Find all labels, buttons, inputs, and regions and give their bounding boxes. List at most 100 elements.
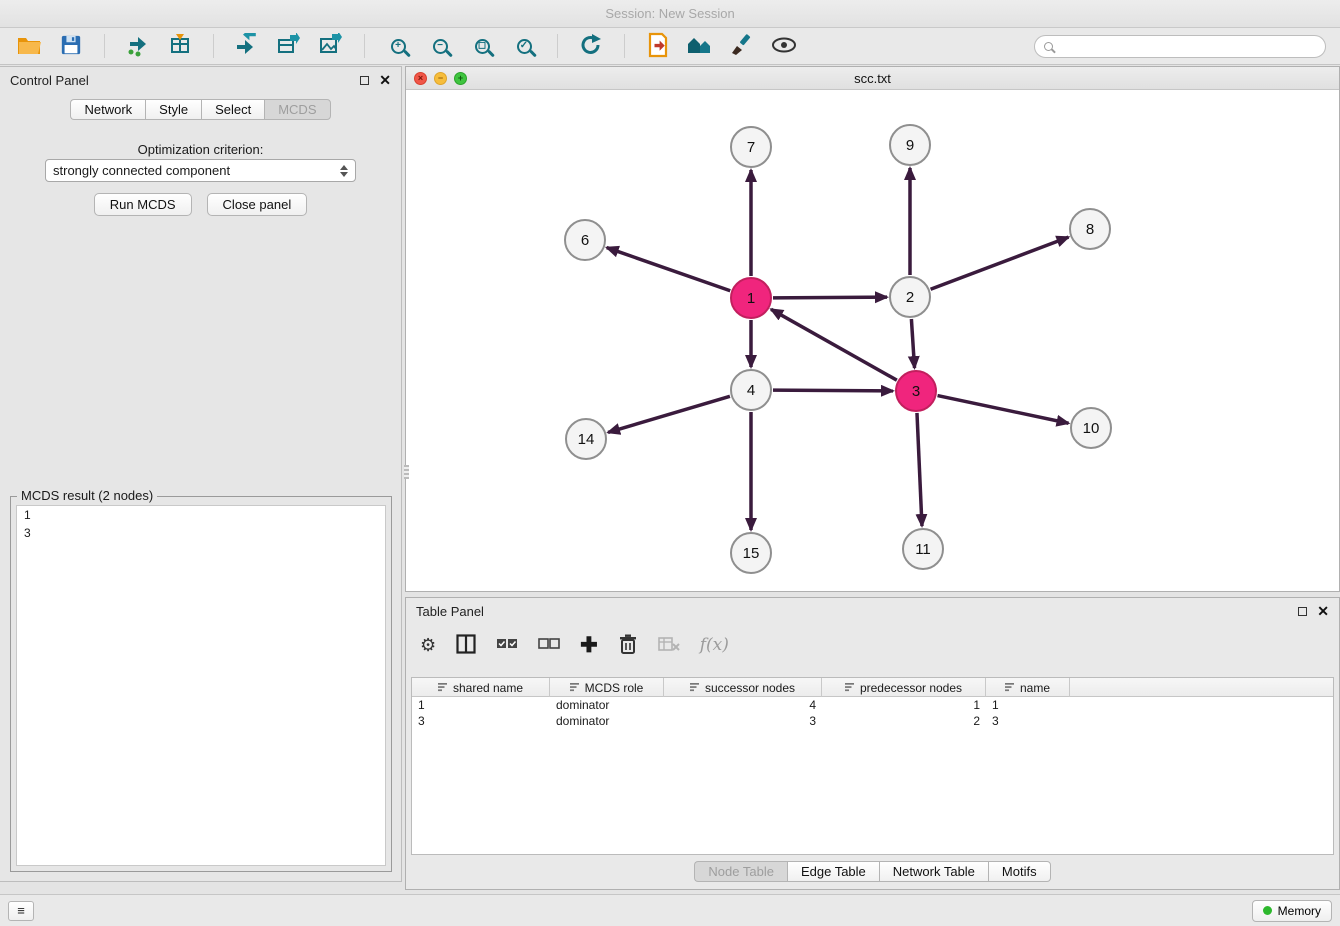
table-row[interactable]: 3dominator323 — [412, 713, 1333, 729]
network-canvas[interactable]: 7 9 6 8 1 2 4 3 14 10 15 11 — [406, 90, 1339, 591]
column-header-name[interactable]: name — [986, 678, 1070, 697]
tab-node-table[interactable]: Node Table — [694, 861, 787, 882]
graph-edge-1-6[interactable] — [607, 248, 731, 291]
zoom-selected-button[interactable]: ✓ — [507, 31, 541, 61]
zoom-out-button[interactable]: − — [423, 31, 457, 61]
import-network-button[interactable] — [121, 31, 155, 61]
eye-toggle-button[interactable] — [767, 31, 801, 61]
table-row[interactable]: 1dominator411 — [412, 697, 1333, 713]
paint-style-button[interactable] — [725, 31, 759, 61]
close-table-panel-icon[interactable]: ✕ — [1317, 604, 1329, 618]
graph-node-2[interactable]: 2 — [890, 277, 930, 317]
task-history-button[interactable]: ≡ — [8, 901, 34, 921]
network-window-titlebar[interactable]: scc.txt × − + — [406, 67, 1339, 90]
float-panel-icon[interactable] — [360, 76, 369, 85]
maximize-window-icon[interactable]: + — [454, 72, 467, 85]
result-item[interactable]: 3 — [17, 524, 385, 542]
node-table[interactable]: shared name MCDS rolesuccessor nodesprede… — [411, 677, 1334, 855]
column-header-mcds-role[interactable]: MCDS role — [550, 678, 664, 697]
run-mcds-button[interactable]: Run MCDS — [94, 193, 192, 216]
window-titlebar[interactable]: Session: New Session — [0, 0, 1340, 28]
close-window-icon[interactable]: × — [414, 72, 427, 85]
table-cell[interactable]: 1 — [412, 697, 550, 713]
graph-edge-3-1[interactable] — [771, 309, 897, 380]
network-clone-button[interactable] — [230, 31, 264, 61]
select-all-rows-button[interactable] — [494, 636, 520, 655]
tab-mcds[interactable]: MCDS — [264, 99, 330, 120]
tab-motifs[interactable]: Motifs — [988, 861, 1051, 882]
table-cell[interactable]: 3 — [664, 713, 822, 729]
save-session-button[interactable] — [54, 31, 88, 61]
graph-node-3[interactable]: 3 — [896, 371, 936, 411]
home-network-button[interactable] — [683, 31, 717, 61]
zoom-in-button[interactable]: + — [381, 31, 415, 61]
save-floppy-icon — [60, 34, 82, 59]
function-builder-button[interactable]: f(x) — [698, 633, 731, 657]
add-column-button[interactable]: ✚ — [578, 633, 600, 658]
tab-style[interactable]: Style — [145, 99, 201, 120]
graph-node-8[interactable]: 8 — [1070, 209, 1110, 249]
column-header-label: shared name — [453, 681, 523, 695]
graph-node-6[interactable]: 6 — [565, 220, 605, 260]
splitter-grip[interactable] — [404, 465, 409, 479]
close-panel-button[interactable]: Close panel — [207, 193, 308, 216]
import-table-button[interactable] — [163, 31, 197, 61]
table-cell[interactable]: 3 — [412, 713, 550, 729]
graph-node-9[interactable]: 9 — [890, 125, 930, 165]
graph-node-15[interactable]: 15 — [731, 533, 771, 573]
mcds-result-list[interactable]: 13 — [16, 505, 386, 866]
table-settings-button[interactable]: ⚙ — [418, 634, 438, 656]
table-cell[interactable]: 3 — [986, 713, 1070, 729]
network-graph[interactable]: 7 9 6 8 1 2 4 3 14 10 15 11 — [406, 90, 1339, 591]
delete-column-button[interactable] — [616, 631, 640, 660]
graph-node-1[interactable]: 1 — [731, 278, 771, 318]
graph-node-10[interactable]: 10 — [1071, 408, 1111, 448]
refresh-layout-button[interactable] — [574, 31, 608, 61]
search-input[interactable] — [1059, 39, 1316, 54]
criterion-dropdown[interactable]: strongly connected component — [45, 159, 356, 182]
toggle-columns-button[interactable] — [454, 632, 478, 659]
table-cell[interactable]: 2 — [822, 713, 986, 729]
open-session-button[interactable] — [12, 31, 46, 61]
deselect-all-rows-button[interactable] — [536, 636, 562, 655]
tab-edge-table[interactable]: Edge Table — [787, 861, 879, 882]
table-cell[interactable]: dominator — [550, 697, 664, 713]
graph-edge-3-11[interactable] — [917, 413, 922, 526]
table-cell[interactable]: 1 — [822, 697, 986, 713]
graph-node-14[interactable]: 14 — [566, 419, 606, 459]
result-item[interactable]: 1 — [17, 506, 385, 524]
graph-edge-1-2[interactable] — [773, 297, 887, 298]
graph-node-11[interactable]: 11 — [903, 529, 943, 569]
graph-node-label: 6 — [581, 232, 589, 249]
tab-network-table[interactable]: Network Table — [879, 861, 988, 882]
graph-edge-2-8[interactable] — [931, 237, 1069, 289]
tab-network[interactable]: Network — [70, 99, 145, 120]
table-body: 1dominator4113dominator323 — [412, 697, 1333, 729]
delete-table-button[interactable] — [656, 634, 682, 657]
export-image-button[interactable] — [314, 31, 348, 61]
tab-select[interactable]: Select — [201, 99, 264, 120]
minimize-window-icon[interactable]: − — [434, 72, 447, 85]
graph-edge-4-3[interactable] — [773, 390, 893, 391]
sort-icon — [570, 681, 580, 695]
graph-edge-4-14[interactable] — [608, 396, 730, 432]
graph-node-7[interactable]: 7 — [731, 127, 771, 167]
toolbar-separator — [104, 34, 105, 58]
export-network-button[interactable] — [272, 31, 306, 61]
float-table-panel-icon[interactable] — [1298, 607, 1307, 616]
column-header-predecessor-nodes[interactable]: predecessor nodes — [822, 678, 986, 697]
column-header-shared-name[interactable]: shared name — [412, 678, 550, 697]
graph-edge-3-10[interactable] — [938, 396, 1069, 424]
graph-node-4[interactable]: 4 — [731, 370, 771, 410]
table-cell[interactable]: 4 — [664, 697, 822, 713]
graph-edge-2-3[interactable] — [911, 319, 914, 368]
table-header-row: shared name MCDS rolesuccessor nodesprede… — [412, 678, 1333, 697]
table-cell[interactable]: 1 — [986, 697, 1070, 713]
zoom-fit-button[interactable]: ◻ — [465, 31, 499, 61]
column-header-successor-nodes[interactable]: successor nodes — [664, 678, 822, 697]
search-box[interactable] — [1034, 35, 1326, 58]
table-cell[interactable]: dominator — [550, 713, 664, 729]
close-panel-icon[interactable]: ✕ — [379, 73, 391, 87]
memory-button[interactable]: Memory — [1252, 900, 1332, 922]
copy-document-button[interactable] — [641, 31, 675, 61]
